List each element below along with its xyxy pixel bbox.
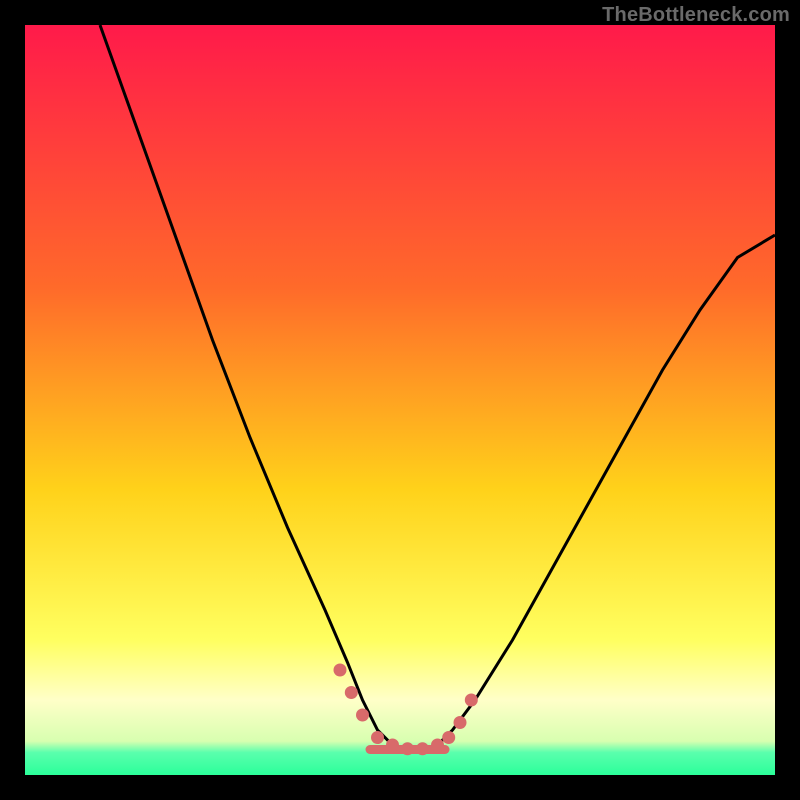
app-frame: TheBottleneck.com: [0, 0, 800, 800]
marker-dot: [386, 739, 399, 752]
marker-dots: [334, 664, 478, 756]
marker-dot: [345, 686, 358, 699]
marker-dot: [371, 731, 384, 744]
marker-dot: [442, 731, 455, 744]
bottleneck-chart: [25, 25, 775, 775]
marker-dot: [334, 664, 347, 677]
bottleneck-curve: [100, 25, 775, 753]
marker-dot: [454, 716, 467, 729]
marker-dot: [431, 739, 444, 752]
watermark-label: TheBottleneck.com: [602, 4, 790, 27]
marker-dot: [416, 742, 429, 755]
marker-dot: [465, 694, 478, 707]
marker-dot: [356, 709, 369, 722]
marker-dot: [401, 742, 414, 755]
plot-area: [25, 25, 775, 775]
